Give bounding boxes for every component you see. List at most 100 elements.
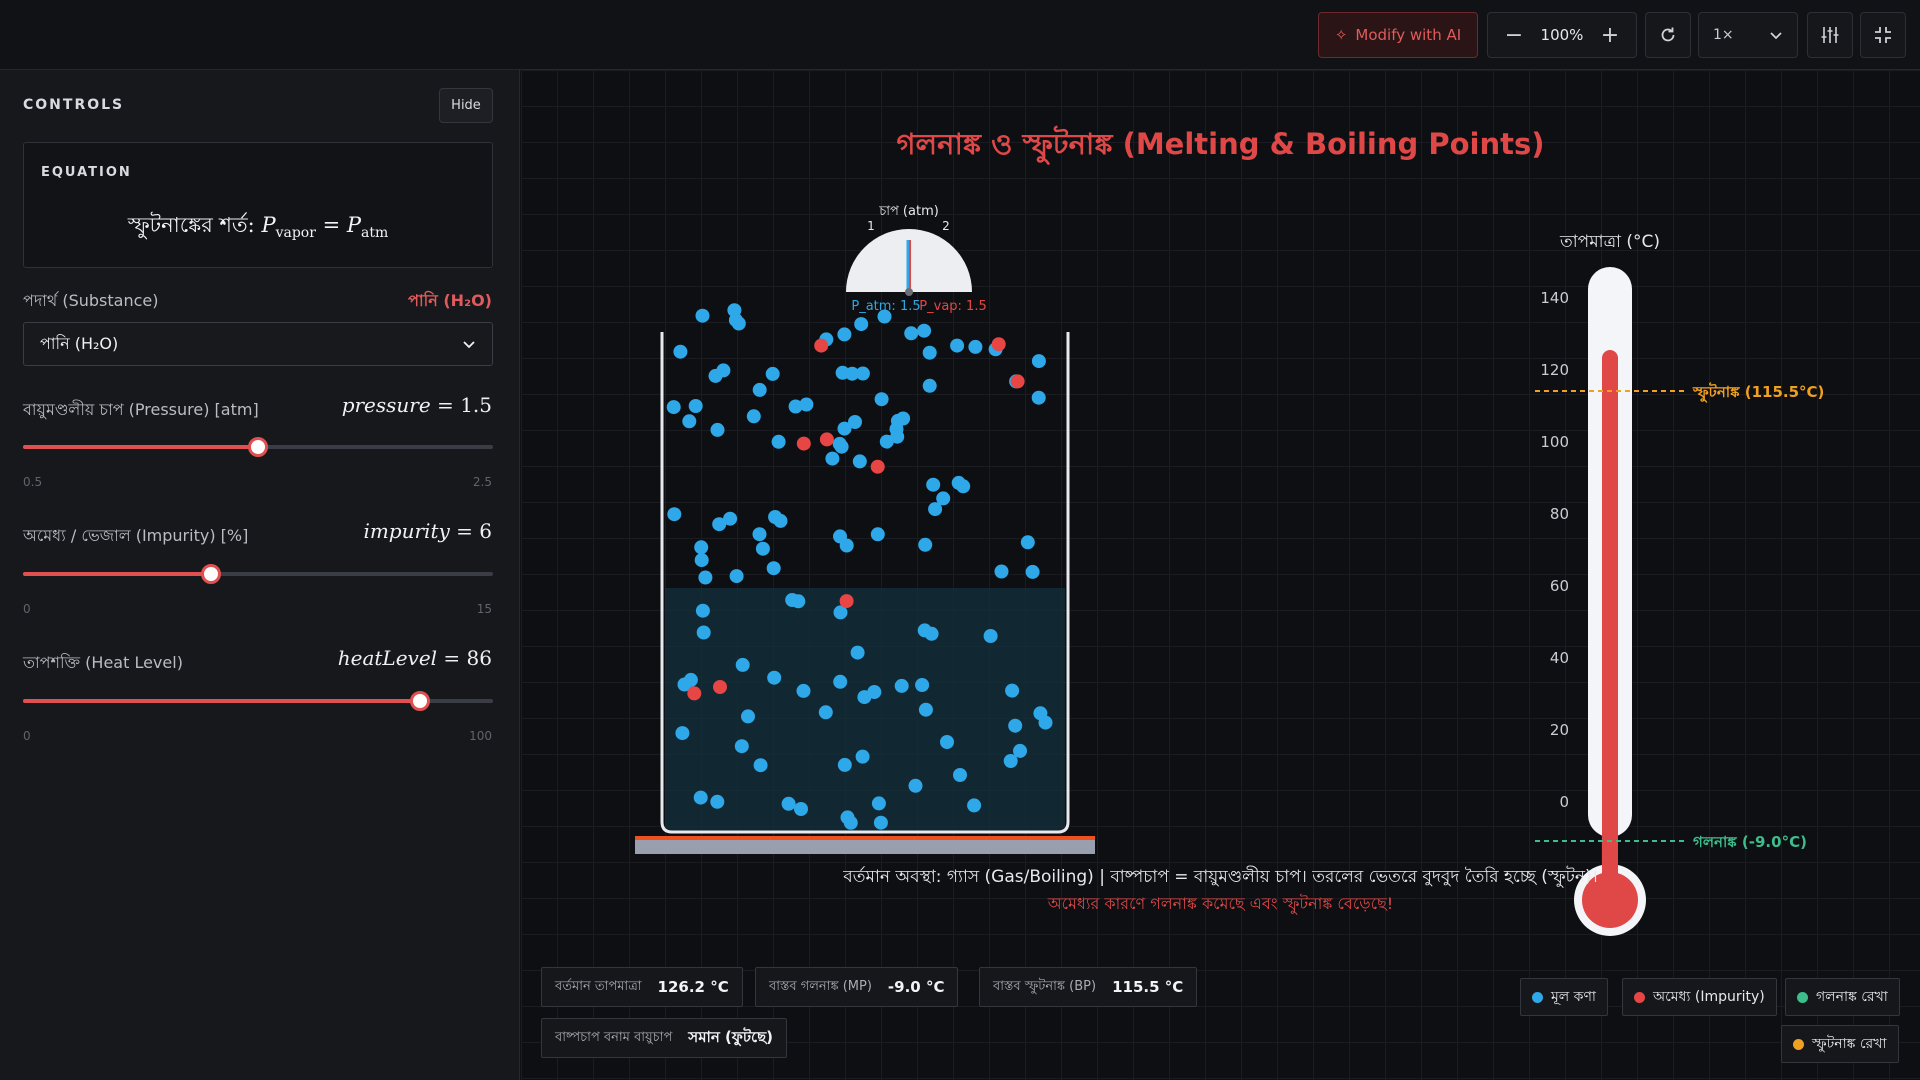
impurity-particle <box>1010 374 1025 389</box>
equation-lhs-sub: vapor <box>275 225 316 242</box>
substance-particle <box>766 561 781 576</box>
substance-particle <box>870 527 885 542</box>
substance-particle <box>940 735 954 749</box>
zoom-in-button[interactable]: + <box>1600 23 1620 48</box>
boiling-point-label: স্ফুটনাঙ্ক (115.5°C) <box>1692 382 1824 403</box>
substance-particle <box>1025 564 1040 579</box>
substance-particle <box>837 327 852 342</box>
substance-particle <box>710 422 725 437</box>
heat-level-value: 86 <box>466 646 492 670</box>
substance-particle <box>908 778 923 793</box>
modify-with-ai-button[interactable]: ✧ Modify with AI <box>1318 12 1478 58</box>
substance-particle <box>666 400 681 415</box>
controls-panel: CONTROLS Hide EQUATION স্ফুটনাঙ্কের শর্ত… <box>0 70 520 1080</box>
zoom-out-button[interactable]: − <box>1504 23 1524 48</box>
impurity-particle <box>814 338 829 353</box>
legend-label: স্ফুটনাঙ্ক রেখা <box>1812 1036 1887 1052</box>
zoom-control: − 100% + <box>1487 12 1637 58</box>
liquid-region <box>665 588 1065 832</box>
heat-level-slider-thumb[interactable] <box>410 691 431 711</box>
pressure-slider[interactable] <box>23 437 493 457</box>
substance-particle <box>741 709 755 724</box>
impurity-note: অমেধ্যর কারণে গলনাঙ্ক কমেছে এবং স্ফুটনাঙ… <box>1047 894 1394 913</box>
substance-selected: পানি (H₂O) <box>40 333 119 353</box>
substance-particle <box>983 629 998 643</box>
heat-level-max: 100 <box>469 729 492 743</box>
simulation-canvas: গলনাঙ্ক ও স্ফুটনাঙ্ক (Melting & Boiling … <box>521 70 1920 1080</box>
top-toolbar: ✧ Modify with AI − 100% + 1× <box>0 0 1920 70</box>
impurity-particle <box>991 337 1006 352</box>
substance-particle <box>843 815 858 830</box>
simulation-drawing: চাপ (atm) 1 2 P_atm: 1.5 P_vap: 1.5 তাপম… <box>635 204 1824 936</box>
gauge-tick-1: 1 <box>867 219 875 233</box>
legend-impurity: অমেধ্য (Impurity) <box>1622 978 1777 1016</box>
impurity-slider[interactable] <box>23 564 493 584</box>
legend-impurity-dot <box>1634 991 1645 1003</box>
substance-particle <box>1005 683 1020 698</box>
reset-icon <box>1661 27 1675 42</box>
info-label: বাস্তব স্ফুটনাঙ্ক (BP) <box>993 978 1097 994</box>
fullscreen-exit-button[interactable] <box>1860 12 1906 58</box>
substance-particle <box>791 594 806 609</box>
legend-label: মূল কণা <box>1551 989 1596 1005</box>
substance-particle <box>924 626 939 641</box>
substance-particle <box>854 317 869 332</box>
substance-particle <box>915 678 930 692</box>
substance-particle <box>765 366 780 381</box>
legend-label: অমেধ্য (Impurity) <box>1653 989 1765 1005</box>
substance-label: পদার্থ (Substance) <box>23 291 159 310</box>
substance-particle <box>917 323 932 338</box>
substance-particle <box>845 366 860 381</box>
substance-value: পানি (H₂O) <box>408 291 492 310</box>
pressure-gauge: চাপ (atm) 1 2 P_atm: 1.5 P_vap: 1.5 <box>846 204 987 314</box>
substance-particle <box>727 303 742 318</box>
gauge-pivot <box>905 288 913 296</box>
substance-particle <box>936 491 951 506</box>
substance-particle <box>871 796 886 811</box>
speed-select[interactable]: 1× <box>1698 12 1798 58</box>
impurity-equation: impurity = 6 <box>363 519 492 543</box>
impurity-max: 15 <box>476 602 492 616</box>
substance-particle <box>922 345 937 360</box>
substance-particle <box>695 308 710 323</box>
substance-particle <box>1031 390 1046 405</box>
substance-select[interactable]: পানি (H₂O) <box>23 322 493 366</box>
pressure-slider-thumb[interactable] <box>248 437 268 457</box>
reset-button[interactable] <box>1645 12 1691 58</box>
thermometer-tick-label: 20 <box>1550 721 1569 739</box>
thermometer-tick-label: 100 <box>1540 433 1569 451</box>
sliders-icon <box>1821 27 1839 43</box>
impurity-particle <box>713 680 727 694</box>
info-label: বাষ্পচাপ বনাম বায়ুচাপ <box>555 1029 673 1045</box>
impurity-particle <box>870 459 885 474</box>
substance-particle <box>922 378 937 393</box>
thermometer-ticks: 140 120 100 80 60 40 20 0 <box>1540 289 1569 811</box>
sparkle-icon: ✧ <box>1334 26 1348 44</box>
substance-particle <box>850 645 865 660</box>
substance-particle <box>857 690 872 705</box>
pressure-label: বায়ুমণ্ডলীয় চাপ (Pressure) [atm] <box>23 400 259 419</box>
impurity-label: অমেধ্য / ভেজাল (Impurity) [%] <box>23 526 249 545</box>
hide-button[interactable]: Hide <box>439 88 493 123</box>
thermometer-mercury <box>1602 350 1618 910</box>
substance-particle <box>890 429 905 444</box>
substance-particle <box>712 517 727 532</box>
substance-particle <box>694 553 709 568</box>
info-label: বর্তমান তাপমাত্রা <box>555 978 642 994</box>
heat-level-slider[interactable] <box>23 691 493 711</box>
substance-particle <box>771 434 786 449</box>
impurity-particle <box>687 686 702 701</box>
impurity-slider-thumb[interactable] <box>201 564 221 584</box>
impurity-min: 0 <box>23 602 31 616</box>
impurity-particle <box>796 436 811 451</box>
pressure-max: 2.5 <box>472 475 492 489</box>
heat-level-equation: heatLevel = 86 <box>337 646 492 670</box>
thermometer-tick-label: 80 <box>1550 505 1569 523</box>
settings-sliders-button[interactable] <box>1807 12 1853 58</box>
substance-particle <box>1031 354 1046 369</box>
substance-particle <box>951 475 966 490</box>
info-boiling-point: বাস্তব স্ফুটনাঙ্ক (BP) 115.5 °C <box>979 967 1198 1007</box>
info-value: সমান (ফুটছে) <box>688 1027 774 1046</box>
thermometer-tick-label: 40 <box>1550 649 1569 667</box>
legend-boiling-line: স্ফুটনাঙ্ক রেখা <box>1781 1025 1899 1063</box>
